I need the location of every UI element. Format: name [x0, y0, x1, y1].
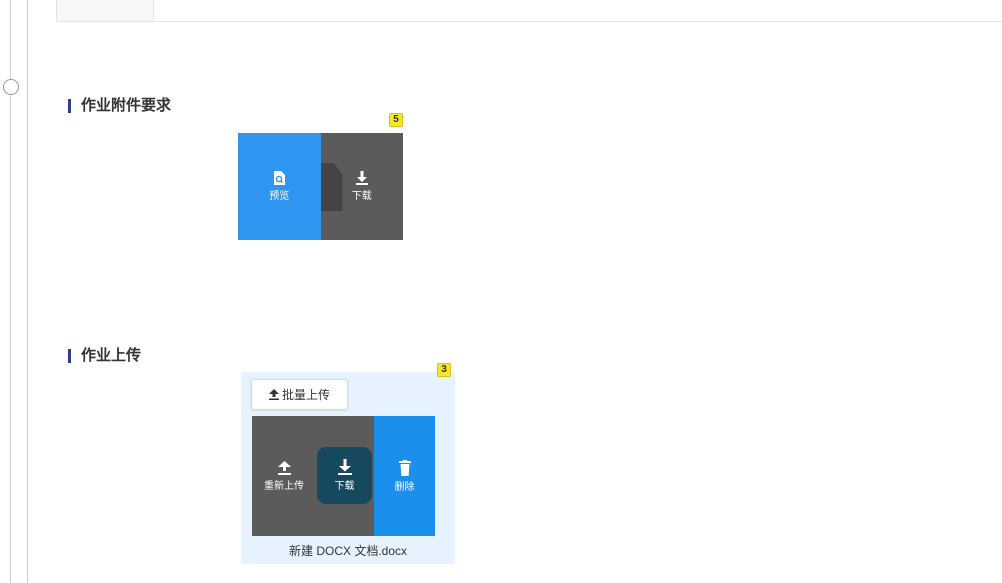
- file-fold-icon: [320, 163, 343, 211]
- upload-icon: [277, 460, 291, 475]
- section-title-label: 作业附件要求: [81, 97, 172, 114]
- upload-card: 批量上传 重新上传 下载 删除 新建 DOCX 文档.docx: [241, 372, 455, 564]
- preview-label: 预览: [269, 191, 290, 202]
- delete-button[interactable]: 删除: [374, 416, 435, 536]
- download-label: 下载: [351, 191, 372, 202]
- page: 作业附件要求 预览 下载 5 作业上传 批量上传 重新上传 下载 删除 新建 D…: [0, 0, 1002, 583]
- download-icon: [355, 171, 368, 185]
- section-title-requirements: 作业附件要求: [68, 97, 171, 115]
- uploaded-file-panel: 重新上传 下载 删除: [252, 416, 435, 536]
- reupload-label: 重新上传: [264, 480, 304, 492]
- upload-count-badge: 3: [437, 363, 451, 377]
- section-title-label: 作业上传: [81, 347, 142, 364]
- file-search-icon: [274, 171, 286, 185]
- section-title-bar: [68, 349, 71, 363]
- file-name[interactable]: 新建 DOCX 文档.docx: [241, 542, 455, 559]
- download-button[interactable]: 下载: [320, 133, 403, 240]
- delete-label: 删除: [394, 481, 415, 493]
- reupload-button[interactable]: 重新上传: [252, 416, 316, 536]
- file-download-button[interactable]: 下载: [317, 447, 372, 504]
- tab-strip: [56, 0, 1002, 22]
- file-download-label: 下载: [334, 481, 355, 492]
- section-title-bar: [68, 99, 71, 113]
- tab-active[interactable]: [56, 0, 154, 21]
- preview-button[interactable]: 预览: [238, 133, 321, 240]
- download-icon: [337, 459, 352, 475]
- trash-icon: [398, 459, 411, 476]
- batch-upload-button[interactable]: 批量上传: [251, 379, 348, 410]
- timeline-rail-inner: [27, 0, 28, 583]
- timeline-node: [3, 79, 19, 95]
- attachment-count-badge: 5: [389, 113, 403, 127]
- batch-upload-label: 批量上传: [281, 388, 330, 402]
- section-title-upload: 作业上传: [68, 347, 141, 365]
- upload-icon: [268, 389, 279, 400]
- attachment-card: 预览 下载: [238, 133, 403, 240]
